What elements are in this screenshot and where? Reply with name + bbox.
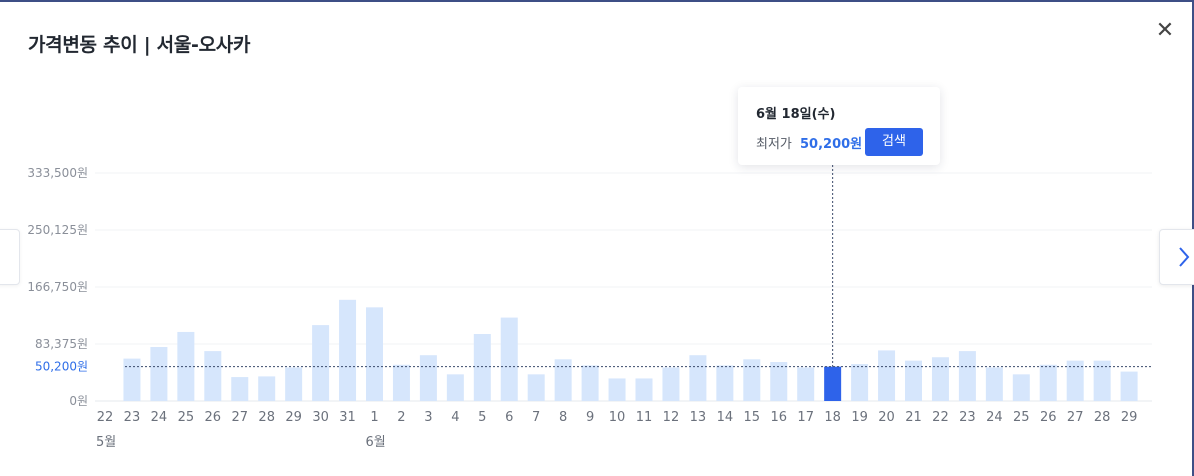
chart-bar: [446, 374, 464, 401]
y-tick-label: 0원: [69, 394, 88, 408]
chart-bar: [419, 355, 437, 401]
x-tick-label: 28: [258, 410, 275, 425]
chart-bar: [608, 378, 626, 401]
month-label: 6월: [366, 435, 386, 450]
x-tick-label: 23: [959, 410, 976, 425]
x-tick-label: 29: [285, 410, 302, 425]
x-tick-label: 5: [478, 410, 486, 425]
x-tick-label: 27: [1067, 410, 1084, 425]
chart-bar: [770, 362, 788, 401]
price-tooltip: 6월 18일(수) 최저가 50,200원 검색: [738, 87, 940, 165]
x-tick-label: 27: [231, 410, 248, 425]
tooltip-label: 최저가: [756, 137, 792, 152]
x-tick-label: 30: [312, 410, 329, 425]
chart-bar: [392, 364, 410, 401]
x-tick-label: 23: [124, 410, 141, 425]
x-tick-label: 8: [559, 410, 567, 425]
x-tick-label: 22: [97, 410, 114, 425]
x-tick-label: 3: [424, 410, 432, 425]
x-tick-label: 2: [397, 410, 405, 425]
x-tick-label: 18: [824, 410, 841, 425]
x-tick-label: 4: [451, 410, 459, 425]
chart-bar: [366, 307, 383, 401]
x-tick-label: 14: [717, 410, 734, 425]
tooltip-price: 50,200원: [800, 137, 863, 152]
chart-bar: [554, 359, 572, 401]
x-tick-label: 31: [339, 410, 356, 425]
x-tick-label: 11: [636, 410, 653, 425]
chart-bar: [123, 358, 141, 401]
x-tick-label: 26: [1040, 410, 1057, 425]
tooltip-date: 6월 18일(수): [756, 107, 836, 122]
chart-bar: [1039, 364, 1057, 401]
x-tick-label: 13: [690, 410, 707, 425]
chart-bar: [958, 351, 976, 401]
x-tick-label: 29: [1121, 410, 1138, 425]
x-tick-label: 6: [505, 410, 513, 425]
y-tick-label: 333,500원: [27, 166, 88, 180]
x-tick-label: 25: [1013, 410, 1030, 425]
chart-bar: [339, 299, 357, 401]
x-tick-label: 24: [151, 410, 168, 425]
chart-bar: [527, 374, 545, 401]
x-tick-label: 28: [1094, 410, 1111, 425]
x-tick-label: 24: [986, 410, 1003, 425]
chart-bar: [797, 367, 815, 401]
chart-bar: [312, 325, 330, 401]
chart-bar: [204, 351, 222, 401]
chart-bar: [581, 365, 599, 401]
chart-bar: [985, 367, 1003, 401]
chart-bar: [931, 357, 949, 401]
x-tick-label: 19: [851, 410, 868, 425]
chart-bar: [824, 366, 842, 401]
chart-bar: [150, 346, 168, 401]
price-chart: 0원83,375원166,750원250,125원333,500원22 23 24 2…: [27, 165, 1152, 450]
x-tick-label: 17: [797, 410, 814, 425]
y-tick-label: 166,750원: [27, 280, 88, 294]
chart-bar: [635, 378, 653, 401]
chart-bar: [851, 364, 869, 401]
month-label: 5월: [96, 435, 116, 450]
x-tick-label: 25: [178, 410, 195, 425]
chart-bar: [743, 359, 761, 401]
x-tick-label: 12: [663, 410, 680, 425]
x-tick-label: 15: [744, 410, 761, 425]
x-tick-label: 26: [205, 410, 222, 425]
chart-bar: [689, 355, 707, 401]
x-tick-label: 1: [370, 410, 378, 425]
x-tick-label: 21: [905, 410, 922, 425]
chart-bar: [500, 317, 518, 401]
chart-bar: [231, 377, 249, 401]
y-tick-label: 83,375원: [35, 337, 88, 351]
chart-bar: [1120, 371, 1138, 401]
x-tick-label: 20: [878, 410, 895, 425]
chart-bar: [258, 376, 276, 401]
chart-bar: [716, 365, 734, 401]
x-tick-label: 22: [932, 410, 949, 425]
chart-bar: [662, 367, 680, 401]
chart-bar: [878, 350, 896, 401]
min-price-label: 50,200원: [35, 360, 88, 374]
y-tick-label: 250,125원: [27, 223, 88, 237]
x-tick-label: 16: [770, 410, 787, 425]
chart-bar: [285, 367, 303, 401]
search-button[interactable]: 검색: [865, 128, 923, 156]
x-tick-label: 9: [586, 410, 594, 425]
chart-bar: [473, 334, 491, 401]
x-tick-label: 7: [532, 410, 540, 425]
chart-bar: [1012, 374, 1030, 401]
x-tick-label: 10: [609, 410, 626, 425]
